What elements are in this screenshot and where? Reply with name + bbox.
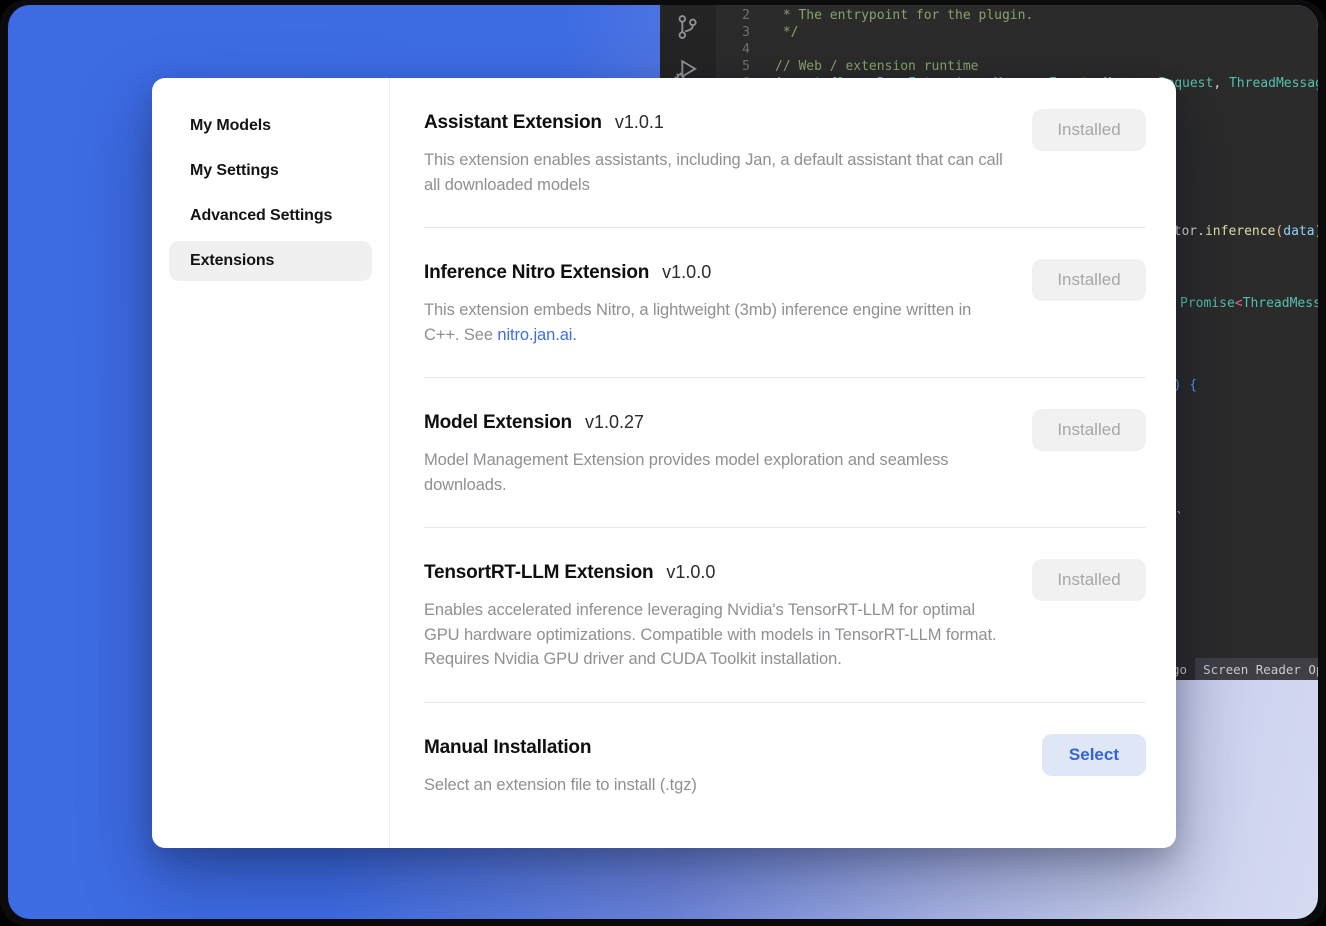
extension-row: Assistant Extension v1.0.1 This extensio… xyxy=(424,78,1146,227)
code-fragment-promise: Promise<ThreadMessage> xyxy=(1180,296,1318,312)
extension-row: Model Extension v1.0.27 Model Management… xyxy=(424,377,1146,527)
extension-row: TensortRT-LLM Extension v1.0.0 Enables a… xyxy=(424,527,1146,702)
code-token: ` xyxy=(1176,511,1184,526)
settings-sidebar: My Models My Settings Advanced Settings Ext… xyxy=(152,78,390,848)
extension-description: This extension enables assistants, inclu… xyxy=(424,148,1004,197)
extension-link[interactable]: nitro.jan.ai. xyxy=(497,326,576,344)
sidebar-item-my-settings[interactable]: My Settings xyxy=(169,151,372,191)
extension-version: v1.0.27 xyxy=(585,412,644,433)
extensions-list: Assistant Extension v1.0.1 This extensio… xyxy=(390,78,1176,848)
extension-name: Inference Nitro Extension xyxy=(424,262,649,284)
source-control-icon[interactable] xyxy=(673,13,701,41)
code-token: , xyxy=(1213,76,1229,91)
code-token: inference xyxy=(1205,224,1275,239)
extension-name: TensortRT-LLM Extension xyxy=(424,562,653,584)
extension-version: v1.0.1 xyxy=(615,112,664,133)
code-fragment-inference: rator.inference(data)); xyxy=(1158,224,1318,240)
code-line: 2 * The entrypoint for the plugin. xyxy=(716,7,1318,24)
extension-name: Assistant Extension xyxy=(424,112,602,134)
line-number: 2 xyxy=(716,7,750,24)
settings-modal: My Models My Settings Advanced Settings Ext… xyxy=(152,78,1176,848)
code-token: )) xyxy=(1315,224,1318,239)
installed-button[interactable]: Installed xyxy=(1032,259,1146,301)
code-line: 4 xyxy=(716,41,1318,58)
extension-text: TensortRT-LLM Extension v1.0.0 Enables a… xyxy=(424,562,1032,672)
installed-button[interactable]: Installed xyxy=(1032,559,1146,601)
code-token: ThreadMessage xyxy=(1229,76,1318,91)
desktop-canvas: 2 * The entrypoint for the plugin.3 */45… xyxy=(0,0,1326,926)
extension-version: v1.0.0 xyxy=(666,562,715,583)
code-token: { xyxy=(1189,378,1197,393)
extension-title-line: Manual Installation xyxy=(424,737,1042,759)
extension-title-line: Model Extension v1.0.27 xyxy=(424,412,1032,434)
extension-text: Model Extension v1.0.27 Model Management… xyxy=(424,412,1032,497)
extension-version: v1.0.0 xyxy=(662,262,711,283)
sidebar-item-advanced-settings[interactable]: Advanced Settings xyxy=(169,196,372,236)
code-token: // Web / extension runtime xyxy=(775,59,979,74)
code-token: */ xyxy=(775,25,798,40)
extension-title-line: Assistant Extension v1.0.1 xyxy=(424,112,1032,134)
extension-row: Inference Nitro Extension v1.0.0 This ex… xyxy=(424,227,1146,377)
installed-button[interactable]: Installed xyxy=(1032,409,1146,451)
installed-button[interactable]: Installed xyxy=(1032,109,1146,151)
code-line: 3 */ xyxy=(716,24,1318,41)
extension-description: Select an extension file to install (.tg… xyxy=(424,773,1004,798)
screen-reader-status[interactable]: Screen Reader Optimiz xyxy=(1195,658,1318,680)
extension-text: Manual Installation Select an extension … xyxy=(424,737,1042,798)
line-number: 3 xyxy=(716,24,750,41)
extension-title-line: TensortRT-LLM Extension v1.0.0 xyxy=(424,562,1032,584)
extension-text: Inference Nitro Extension v1.0.0 This ex… xyxy=(424,262,1032,347)
code-token: ) xyxy=(1174,378,1190,393)
code-token: Promise xyxy=(1180,296,1235,311)
code-line: 5 // Web / extension runtime xyxy=(716,58,1318,75)
extension-title-line: Inference Nitro Extension v1.0.0 xyxy=(424,262,1032,284)
sidebar-item-extensions[interactable]: Extensions xyxy=(169,241,372,281)
extension-description: Model Management Extension provides mode… xyxy=(424,448,1004,497)
line-number: 4 xyxy=(716,41,750,58)
extension-name: Manual Installation xyxy=(424,737,591,759)
code-token: data xyxy=(1283,224,1314,239)
code-token: . xyxy=(1197,224,1205,239)
line-number: 5 xyxy=(716,58,750,75)
code-token: ThreadMessage xyxy=(1243,296,1318,311)
sidebar-item-my-models[interactable]: My Models xyxy=(169,106,372,146)
extension-row: Manual Installation Select an extension … xyxy=(424,702,1146,828)
extension-description: Enables accelerated inference leveraging… xyxy=(424,598,1004,672)
select-button[interactable]: Select xyxy=(1042,734,1146,776)
extension-description: This extension embeds Nitro, a lightweig… xyxy=(424,298,1004,347)
code-token: * The entrypoint for the plugin. xyxy=(775,8,1033,23)
code-token: < xyxy=(1235,296,1243,311)
extension-text: Assistant Extension v1.0.1 This extensio… xyxy=(424,112,1032,197)
extension-name: Model Extension xyxy=(424,412,572,434)
